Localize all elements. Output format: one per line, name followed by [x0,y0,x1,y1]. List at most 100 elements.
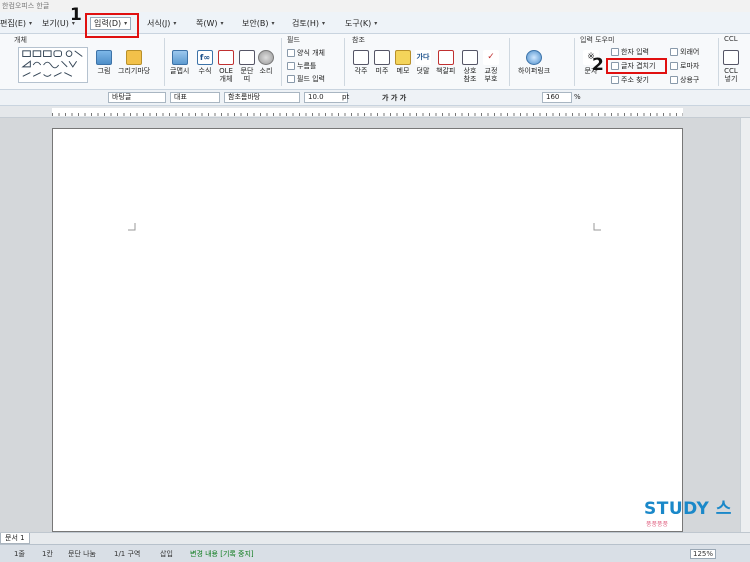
menu-format[interactable]: 서식(J) ▾ [147,17,176,30]
sound-label: 소리 [259,67,273,75]
zoom-input[interactable]: 160 [542,92,572,103]
drawing-button[interactable]: 그리기마당 [118,50,150,75]
equation-button[interactable]: f∞ 수식 [197,50,213,75]
menu-tools-label: 도구(K) [345,19,372,28]
click-here-icon [287,62,295,70]
form-object-button[interactable]: 양식 개체 [287,48,325,58]
field-input-button[interactable]: 필드 입력 [287,74,325,84]
loanword-button[interactable]: 외래어 [670,47,699,57]
annotation-button[interactable]: 가다 덧말 [415,50,431,75]
font-language-select[interactable]: 대표 [170,92,220,103]
quick-phrase-button[interactable]: 상용구 [670,75,699,85]
menu-format-label: 서식(J) [147,19,171,28]
cross-reference-icon [462,50,478,65]
chart-button[interactable]: 글맵시 [170,50,189,75]
ole-label: OLE 개체 [219,67,233,83]
form-icon [287,49,295,57]
divider [574,38,575,86]
menu-edit[interactable]: 편집(E) ▾ [0,17,32,30]
hanja-input-label: 한자 입력 [621,48,649,56]
endnote-label: 미주 [375,67,389,75]
endnote-button[interactable]: 미주 [374,50,390,75]
divider [509,38,510,86]
romanization-button[interactable]: 로마자 [670,61,699,71]
picture-button[interactable]: 그림 [96,50,112,75]
title-bar: 한컴오피스 한글 [0,0,750,12]
document-page[interactable] [52,128,683,532]
chevron-down-icon: ▾ [321,20,325,27]
status-zoom[interactable]: 125% [690,549,717,559]
globe-icon [526,50,543,65]
font-size-unit: pt [342,93,350,101]
memo-label: 메모 [396,67,410,75]
shapes-gallery[interactable] [18,47,88,83]
romanization-label: 로마자 [680,62,700,70]
status-track-changes[interactable]: 변경 내용 [기록 중지] [190,549,254,559]
menu-review[interactable]: 검토(H) ▾ [292,17,325,30]
loanword-label: 외래어 [680,48,700,56]
ole-button[interactable]: OLE 개체 [218,50,234,83]
click-here-button[interactable]: 누름틀 [287,61,316,71]
footnote-icon [353,50,369,65]
zoom-unit: % [574,93,581,101]
bookmark-icon [437,50,454,65]
vertical-scrollbar[interactable] [740,118,750,532]
quick-phrase-label: 상용구 [680,76,700,84]
quick-phrase-icon [670,76,678,84]
bookmark-button[interactable]: 책갈피 [436,50,455,75]
chart-icon [171,50,188,65]
status-bar: 1줄 1칸 문단 나눔 1/1 구역 삽입 변경 내용 [기록 중지] 125% [0,544,750,562]
ccl-insert-button[interactable]: CCL 넣기 [723,50,739,83]
field-input-label: 필드 입력 [297,75,325,83]
paragraph-icon [239,50,255,65]
chevron-down-icon: ▾ [271,20,275,27]
chevron-down-icon: ▾ [173,20,177,27]
menu-view-label: 보기(U) [42,19,69,28]
group-title-field: 필드 [287,36,300,44]
menu-page[interactable]: 쪽(W) ▾ [196,17,224,30]
address-search-button[interactable]: 주소 찾기 [611,75,649,85]
menu-security[interactable]: 보안(B) ▾ [242,17,274,30]
paragraph-button[interactable]: 문단 띠 [239,50,255,83]
address-search-label: 주소 찾기 [621,76,649,84]
endnote-icon [374,50,390,65]
step-number-2: 2 [592,55,604,75]
divider [164,38,165,86]
memo-button[interactable]: 메모 [395,50,411,75]
drawing-label: 그리기마당 [118,67,151,75]
cross-reference-label: 상호 참조 [463,67,477,83]
click-here-label: 누름틀 [297,62,317,70]
bold-italic-underline-buttons[interactable]: 가 가 가 [382,93,406,103]
annotation-label: 덧말 [416,67,430,75]
picture-label: 그림 [97,67,111,75]
margin-corner-mark [593,223,601,231]
speaker-icon [258,50,274,65]
divider [718,38,719,86]
horizontal-ruler[interactable] [0,106,750,118]
cross-reference-button[interactable]: 상호 참조 [462,50,478,83]
proof-mark-button[interactable]: ✓ 교정 부호 [483,50,499,83]
annotation-icon: 가다 [415,50,431,65]
hyperlink-label: 하이퍼링크 [518,67,551,75]
chevron-down-icon: ▾ [374,20,378,27]
hanja-input-button[interactable]: 한자 입력 [611,47,649,57]
margin-corner-mark [128,223,136,231]
ccl-insert-label: CCL 넣기 [724,67,738,83]
status-column: 1칸 [42,550,53,558]
style-select[interactable]: 바탕글 [108,92,166,103]
status-section: 1/1 구역 [114,550,141,558]
menu-tools[interactable]: 도구(K) ▾ [345,17,377,30]
shapes-icon [21,50,83,77]
picture-icon [96,50,112,65]
font-select[interactable]: 함초롬바탕 [224,92,300,103]
hyperlink-button[interactable]: 하이퍼링크 [518,50,550,75]
sound-button[interactable]: 소리 [258,50,274,75]
formatting-toolbar: 바탕글 대표 함초롬바탕 10.0 pt 가 가 가 160 % [0,90,750,106]
ruler-scale [52,108,683,116]
chevron-down-icon: ▾ [29,20,33,27]
document-tab[interactable]: 문서 1 [0,533,30,544]
group-title-object: 개체 [14,36,27,44]
footnote-button[interactable]: 각주 [353,50,369,75]
drawing-icon [126,50,143,65]
status-mode[interactable]: 삽입 [160,549,173,559]
